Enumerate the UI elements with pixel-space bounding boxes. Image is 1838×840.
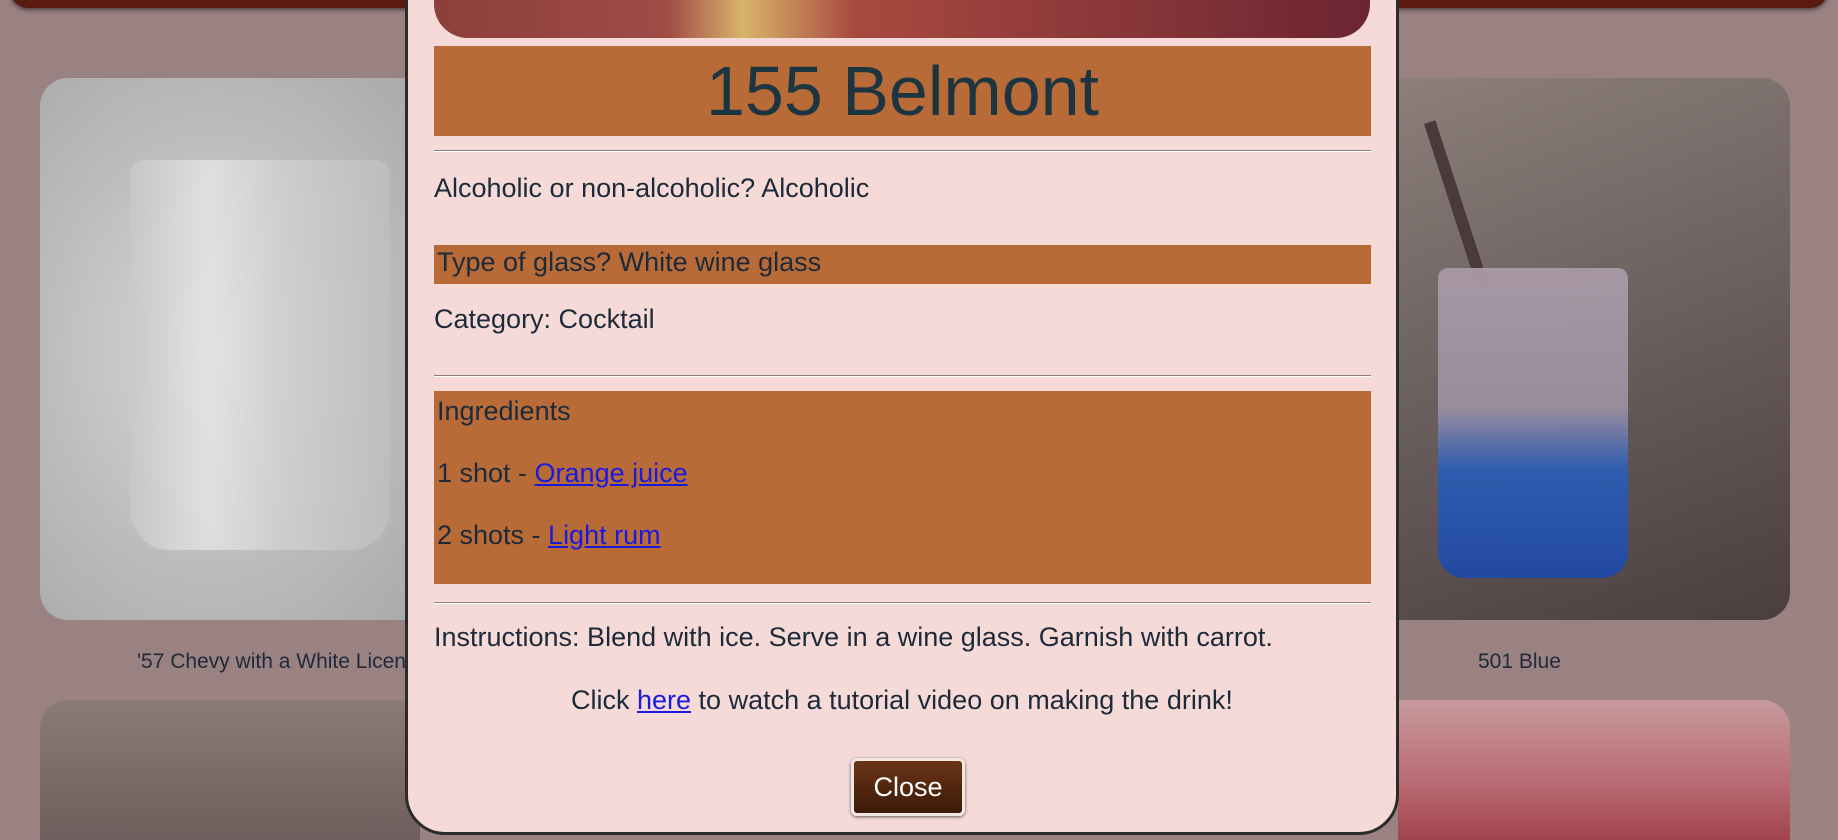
- ingredient-item: 1 shot - Orange juice: [437, 458, 688, 489]
- ingredient-link[interactable]: Orange juice: [535, 458, 688, 488]
- drink-card-image[interactable]: [40, 78, 420, 620]
- ingredients-section: Ingredients 1 shot - Orange juice 2 shot…: [434, 391, 1371, 584]
- glass-info: Type of glass? White wine glass: [437, 247, 822, 277]
- blue-drink-graphic: [1438, 268, 1628, 578]
- tutorial-link[interactable]: here: [637, 685, 691, 715]
- drink-title: 155 Belmont: [705, 52, 1100, 130]
- divider: [434, 150, 1371, 152]
- drink-card-image[interactable]: [40, 700, 420, 840]
- ingredients-heading: Ingredients: [437, 396, 571, 426]
- tutorial-suffix: to watch a tutorial video on making the …: [691, 685, 1233, 715]
- drink-card-image[interactable]: [1398, 700, 1790, 840]
- ingredient-measure: 2 shots -: [437, 520, 549, 550]
- drink-card-caption[interactable]: '57 Chevy with a White License Plate: [137, 650, 407, 674]
- drink-card-image[interactable]: [1398, 78, 1790, 620]
- ingredient-measure: 1 shot -: [437, 458, 535, 488]
- glass-info-band: Type of glass? White wine glass: [434, 245, 1371, 284]
- divider: [434, 602, 1371, 604]
- ingredient-item: 2 shots - Light rum: [437, 520, 661, 551]
- drink-card-caption[interactable]: 501 Blue: [1478, 650, 1561, 674]
- drink-photo: [434, 0, 1370, 38]
- title-banner: 155 Belmont: [434, 46, 1371, 136]
- alcoholic-info: Alcoholic or non-alcoholic? Alcoholic: [434, 173, 870, 203]
- instructions: Instructions: Blend with ice. Serve in a…: [434, 622, 1273, 652]
- ingredient-link[interactable]: Light rum: [548, 520, 661, 550]
- divider: [434, 375, 1371, 377]
- tutorial-prefix: Click: [571, 685, 637, 715]
- rocks-glass-graphic: [130, 160, 390, 550]
- category-info: Category: Cocktail: [434, 304, 655, 334]
- close-button[interactable]: Close: [851, 758, 965, 816]
- tutorial-line: Click here to watch a tutorial video on …: [571, 685, 1233, 716]
- drink-detail-modal: 155 Belmont Alcoholic or non-alcoholic? …: [405, 0, 1399, 835]
- straw-graphic: [1424, 120, 1488, 286]
